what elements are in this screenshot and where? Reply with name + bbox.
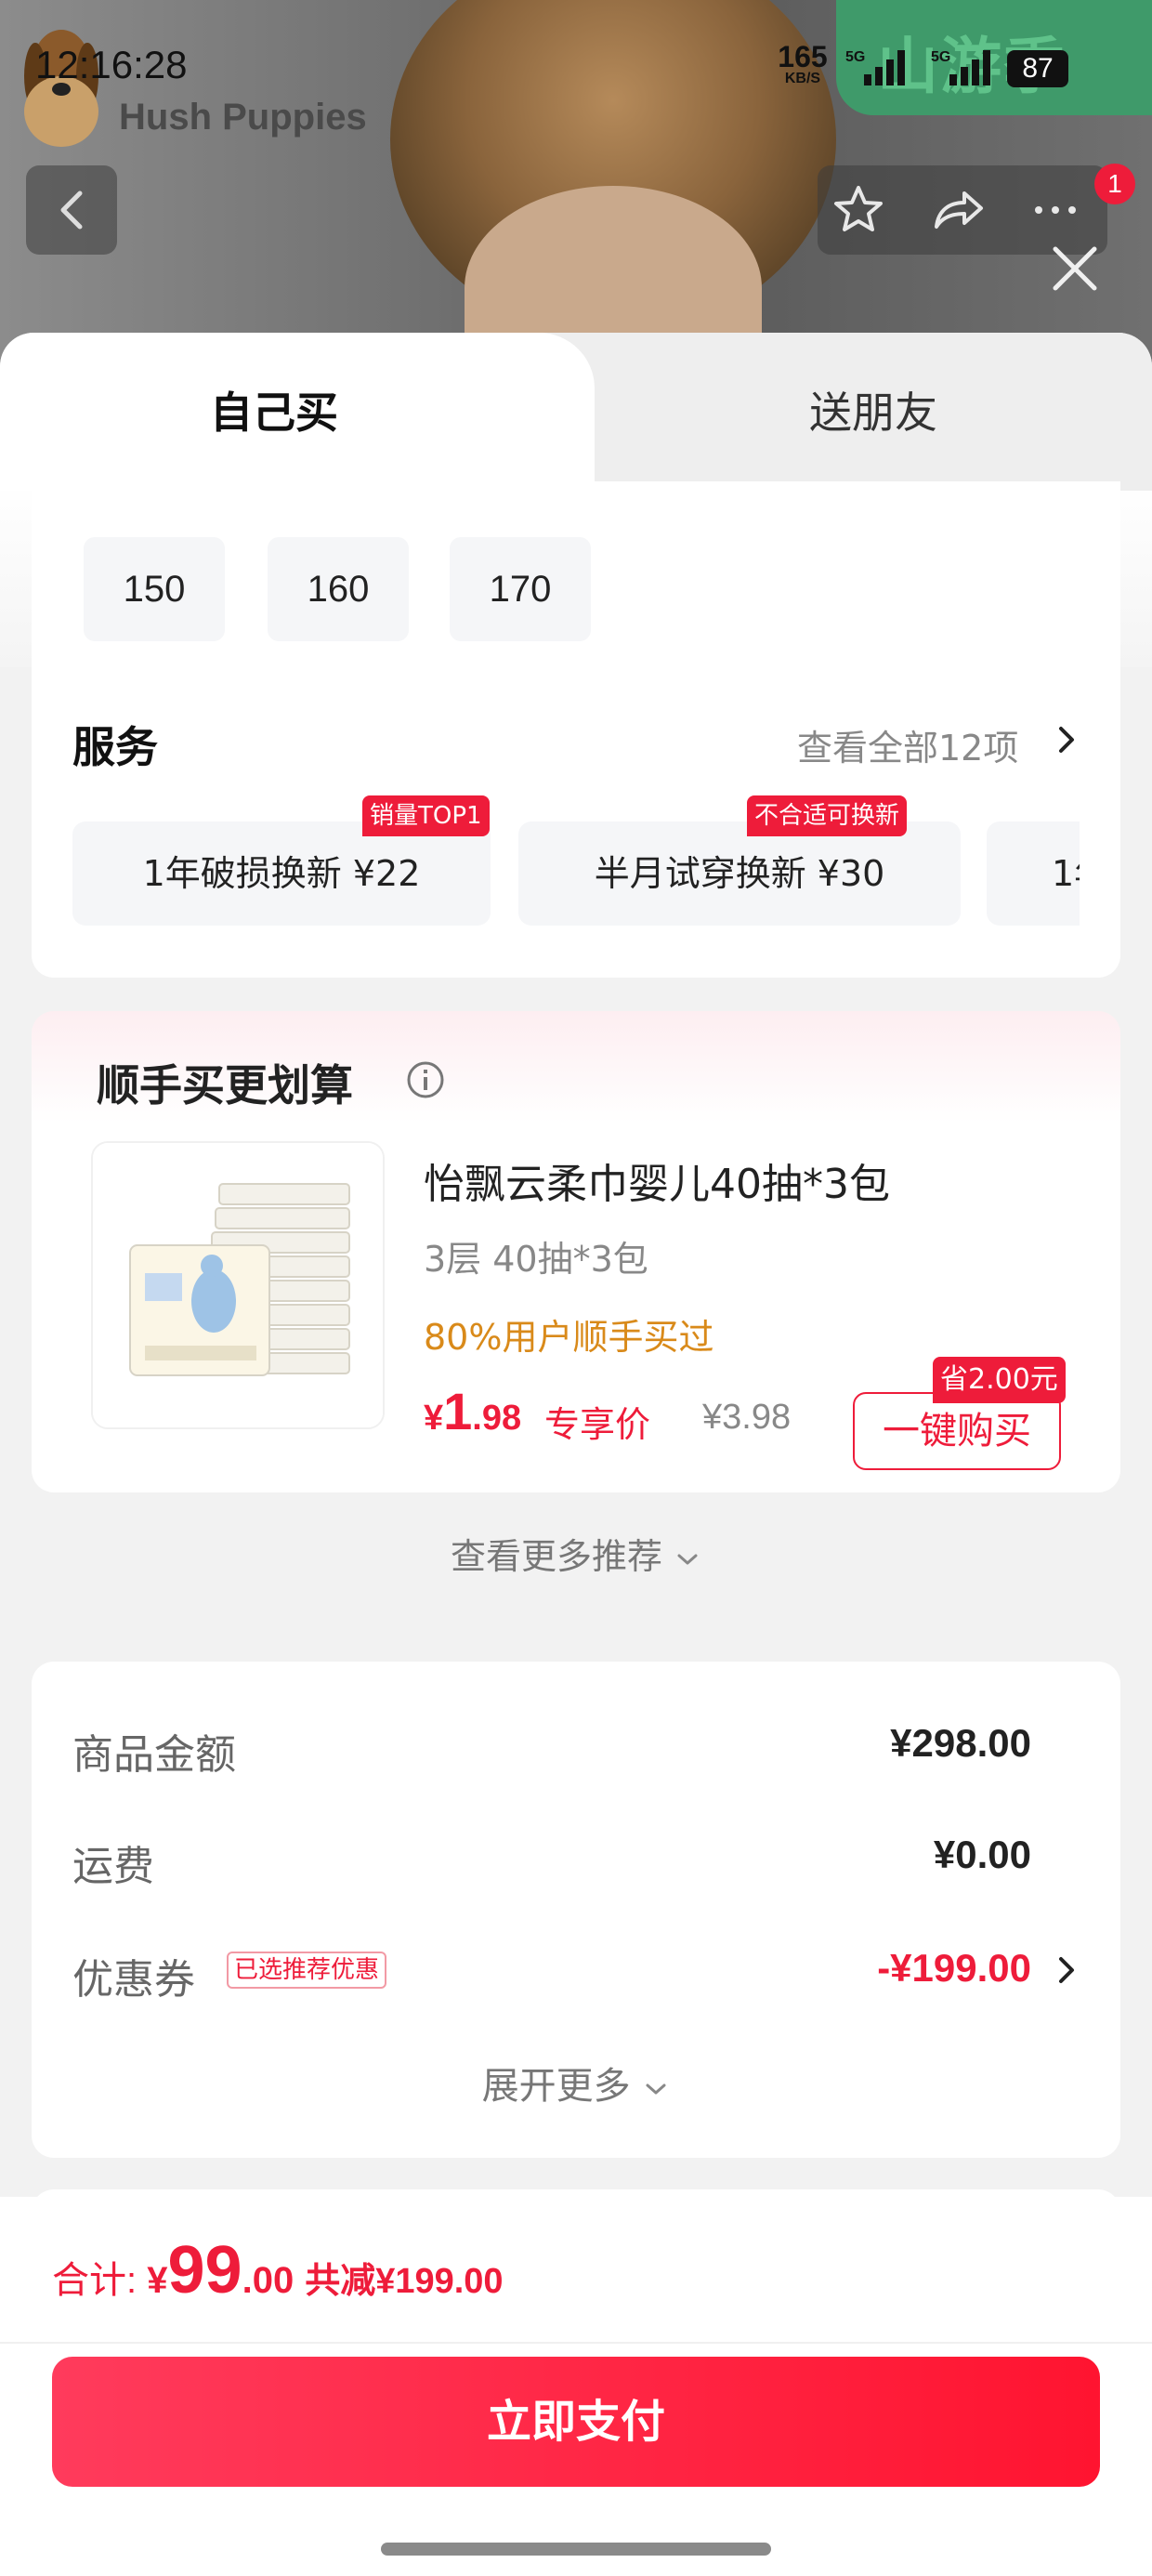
exclusive-price-label: 专享价: [544, 1404, 651, 1445]
coupon-selected-tag: 已选推荐优惠: [227, 1952, 387, 1989]
share-icon[interactable]: [929, 182, 985, 238]
service-view-all[interactable]: 查看全部12项: [797, 719, 1018, 770]
chevron-down-icon: [677, 1554, 698, 1565]
total-reduction: 共减¥199.00: [305, 2262, 504, 2301]
purchase-tabs: 自己买 送朋友: [0, 333, 1152, 491]
size-option[interactable]: 170: [450, 537, 591, 641]
size-option[interactable]: 160: [268, 537, 409, 641]
expand-more-label: 展开更多: [481, 2065, 631, 2108]
goods-amount-label: 商品金额: [72, 1731, 236, 1779]
total-decimal: .00: [242, 2260, 295, 2301]
star-icon[interactable]: [831, 182, 886, 238]
status-time: 12:16:28: [35, 43, 188, 86]
product-spec: 3层 40抽*3包: [424, 1239, 648, 1280]
bottom-divider: [0, 2342, 1152, 2344]
total-integer: 99: [167, 2233, 242, 2307]
product-name[interactable]: 怡飘云柔巾婴儿40抽*3包: [424, 1150, 890, 1210]
info-icon[interactable]: [405, 1059, 446, 1100]
product-price: ¥1.98: [424, 1381, 521, 1441]
signal-5g-icon: 5G: [845, 49, 905, 85]
tissue-pack-image-icon: [93, 1143, 383, 1427]
price-integer: 1: [443, 1382, 473, 1440]
service-option-partial[interactable]: 1年: [987, 821, 1080, 926]
service-title: 服务: [72, 722, 158, 772]
pay-now-button[interactable]: 立即支付: [52, 2357, 1100, 2487]
expand-more-link[interactable]: 展开更多: [0, 2056, 1152, 2109]
coupon-label: 优惠券: [72, 1956, 195, 2004]
service-tag-top: 销量TOP1: [362, 795, 490, 836]
network-speed: 165 KB/S: [775, 40, 831, 87]
signal-5g-secondary-icon: 5G: [931, 49, 990, 85]
order-total: 合计: ¥99.00 共减¥199.00: [52, 2232, 504, 2308]
price-symbol: ¥: [424, 1399, 444, 1438]
price-decimal: .98: [472, 1399, 522, 1438]
close-icon[interactable]: [1046, 240, 1104, 297]
brand-name: Hush Puppies: [119, 97, 367, 138]
total-symbol: ¥: [147, 2260, 168, 2301]
tab-gift-friend[interactable]: 送朋友: [595, 379, 1152, 440]
chevron-right-icon[interactable]: [1054, 721, 1080, 758]
service-option-trial-replace[interactable]: 半月试穿换新 ¥30: [518, 821, 961, 926]
save-amount-tag: 省2.00元: [933, 1357, 1066, 1403]
recommend-title: 顺手买更划算: [97, 1060, 353, 1111]
one-click-buy-button[interactable]: 一键购买: [853, 1392, 1061, 1470]
chevron-down-icon: [646, 2083, 666, 2095]
product-purchase-stat: 80%用户顺手买过: [424, 1317, 714, 1358]
service-option-damage-replace[interactable]: 1年破损换新 ¥22: [72, 821, 491, 926]
more-icon[interactable]: [1028, 182, 1083, 238]
home-indicator[interactable]: [381, 2543, 771, 2556]
product-thumbnail[interactable]: [91, 1141, 385, 1429]
back-button[interactable]: [26, 165, 117, 255]
coupon-value[interactable]: -¥199.00: [877, 1946, 1031, 1991]
chevron-right-icon[interactable]: [1054, 1952, 1080, 1989]
size-option[interactable]: 150: [84, 537, 225, 641]
shipping-value: ¥0.00: [933, 1833, 1031, 1876]
signal-2-label: 5G: [931, 49, 950, 65]
tab-self-buy[interactable]: 自己买: [0, 379, 548, 440]
more-recommend-label: 查看更多推荐: [450, 1536, 662, 1577]
notification-badge: 1: [1094, 164, 1135, 204]
chevron-left-icon: [60, 191, 83, 230]
goods-amount-value: ¥298.00: [890, 1721, 1031, 1765]
total-label: 合计:: [52, 2260, 148, 2301]
shipping-label: 运费: [72, 1843, 154, 1890]
more-recommend-link[interactable]: 查看更多推荐: [0, 1528, 1152, 1579]
battery-indicator: 87: [1007, 50, 1068, 87]
signal-1-label: 5G: [845, 49, 865, 65]
service-tag-exchange: 不合适可换新: [747, 795, 908, 836]
network-speed-value: 165: [778, 40, 828, 73]
original-price: ¥3.98: [702, 1398, 792, 1437]
